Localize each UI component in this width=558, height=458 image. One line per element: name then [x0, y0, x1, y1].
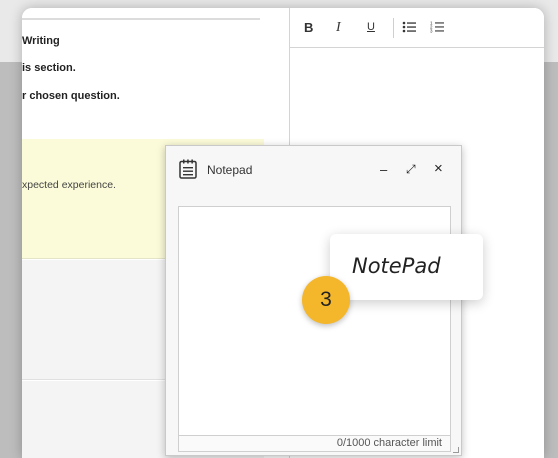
numbered-list-icon[interactable]: 1 2 3: [430, 20, 444, 37]
instruction-line-2: r chosen question.: [22, 90, 120, 102]
callout-label: NotePad: [352, 254, 441, 278]
close-button[interactable]: ×: [434, 160, 443, 177]
underline-button[interactable]: U: [367, 21, 375, 33]
question-text: xpected experience.: [22, 179, 116, 191]
step-badge: 3: [302, 276, 350, 324]
bullet-list-icon[interactable]: [402, 20, 416, 37]
divider: [22, 18, 260, 20]
toolbar-separator: [393, 18, 394, 38]
instruction-line-1: is section.: [22, 62, 76, 74]
tour-callout: NotePad: [330, 234, 483, 300]
resize-handle[interactable]: [453, 447, 459, 453]
section-heading: Writing: [22, 35, 60, 47]
expand-button[interactable]: ⤢: [406, 162, 416, 177]
bold-button[interactable]: B: [304, 20, 313, 35]
notepad-title: Notepad: [207, 163, 253, 177]
svg-text:3: 3: [430, 29, 433, 34]
notepad-icon: [179, 159, 197, 179]
editor-toolbar: B I U 1 2 3: [290, 8, 544, 48]
italic-button[interactable]: I: [336, 20, 341, 36]
character-limit: 0/1000 character limit: [336, 437, 442, 449]
notepad-footer: 0/1000 character limit: [178, 436, 451, 452]
minimize-button[interactable]: –: [380, 162, 387, 177]
